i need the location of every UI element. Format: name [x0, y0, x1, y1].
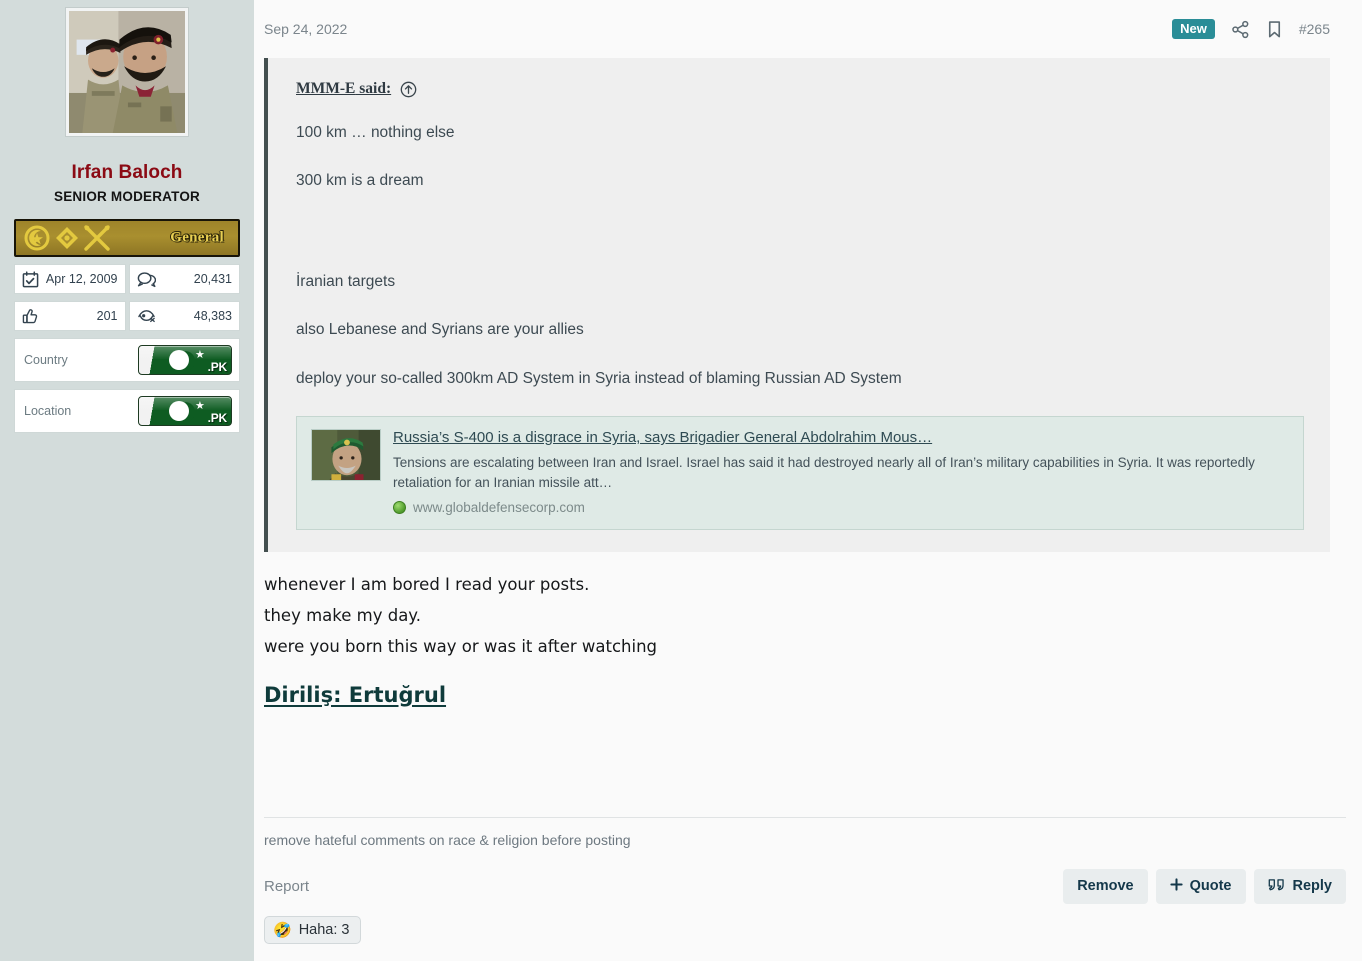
quote-line: 300 km is a dream: [296, 172, 424, 190]
diamond-pip-icon: [56, 227, 78, 249]
new-badge: New: [1172, 19, 1215, 39]
stat-row-2: 201 48,383: [14, 301, 240, 331]
quote-button-label: Quote: [1189, 878, 1232, 894]
post-action-bar: Report Remove Quote Reply: [264, 868, 1346, 904]
quote-spacer: [296, 219, 1304, 271]
rank-label: General: [170, 229, 224, 246]
post-body-line: they make my day.: [264, 606, 421, 626]
rank-badge: General: [14, 219, 240, 257]
user-signature: remove hateful comments on race & religi…: [264, 832, 631, 848]
quote-line: deploy your so-called 300km AD System in…: [296, 369, 902, 387]
country-field: Country ★ .PK: [14, 338, 240, 382]
link-preview-description: Tensions are escalating between Iran and…: [393, 455, 1255, 490]
jump-to-post-icon[interactable]: [400, 81, 417, 98]
reaction-haha[interactable]: 🤣 Haha: 3: [264, 916, 362, 944]
dirilis-ertugrul-link[interactable]: Diriliş: Ertuğrul: [264, 683, 446, 707]
username[interactable]: Irfan Baloch: [14, 162, 240, 184]
reply-button[interactable]: Reply: [1253, 868, 1346, 904]
link-preview-title[interactable]: Russia’s S-400 is a disgrace in Syria, s…: [393, 429, 1289, 446]
message-count-value: 20,431: [193, 272, 232, 286]
rank-insignia-group: [16, 223, 112, 253]
message-count-cell: 20,431: [128, 264, 240, 294]
link-preview-card[interactable]: Russia’s S-400 is a disgrace in Syria, s…: [296, 416, 1304, 531]
reply-button-label: Reply: [1292, 878, 1333, 894]
quote-line: İranian targets: [296, 272, 396, 290]
post-body: whenever I am bored I read your posts. t…: [254, 552, 1346, 706]
calendar-icon: [22, 270, 39, 288]
plus-icon: [1169, 877, 1183, 895]
share-icon[interactable]: [1231, 20, 1250, 39]
link-thumbnail: [311, 429, 381, 482]
remove-button[interactable]: Remove: [1063, 868, 1148, 904]
post-body-line: whenever I am bored I read your posts.: [264, 575, 590, 595]
reaction-score-value: 48,383: [193, 309, 232, 323]
rofl-emoji-icon: 🤣: [273, 921, 292, 939]
joined-date-value: Apr 12, 2009: [45, 272, 118, 286]
joined-date-cell: Apr 12, 2009: [14, 264, 126, 294]
quote-attribution: MMM-E said:: [296, 80, 1304, 98]
crescent-shape: [169, 350, 189, 370]
avatar-image: [69, 11, 185, 133]
reaction-score-cell: 48,383: [128, 301, 240, 331]
user-title: SENIOR MODERATOR: [54, 189, 200, 204]
post-user-sidebar: Irfan Baloch SENIOR MODERATOR General Ap…: [0, 0, 254, 961]
crossed-batons-icon: [84, 225, 110, 251]
quote-button[interactable]: Quote: [1155, 868, 1246, 904]
quote-marks-icon: [1268, 878, 1286, 895]
location-tld: .PK: [207, 411, 228, 425]
pakistan-flag-icon: ★ .PK: [138, 396, 232, 426]
footer-divider: [264, 817, 1346, 818]
country-label: Country: [24, 353, 68, 367]
thumbnail-image: [312, 430, 380, 481]
stat-row-1: Apr 12, 2009 20,431: [14, 264, 240, 294]
link-preview-host: www.globaldefensecorp.com: [393, 500, 1289, 515]
link-preview-hostname: www.globaldefensecorp.com: [413, 500, 585, 516]
thumbs-up-icon: [22, 308, 39, 325]
location-field: Location ★ .PK: [14, 389, 240, 433]
pakistan-flag-icon: ★ .PK: [138, 345, 232, 375]
forum-post-page: Irfan Baloch SENIOR MODERATOR General Ap…: [0, 0, 1362, 961]
reaction-label: Haha: 3: [298, 922, 350, 938]
remove-button-label: Remove: [1077, 878, 1134, 894]
quote-author-link[interactable]: MMM-E said:: [296, 80, 391, 98]
post-footer: remove hateful comments on race & religi…: [264, 817, 1346, 961]
likes-count-cell: 201: [14, 301, 126, 331]
country-tld: .PK: [207, 360, 228, 374]
report-link[interactable]: Report: [264, 878, 309, 895]
post-date: Sep 24, 2022: [264, 21, 348, 37]
globe-icon: [393, 501, 406, 515]
bookmark-icon[interactable]: [1266, 20, 1283, 39]
quoted-post: MMM-E said: 100 km … nothing else 300 km…: [264, 58, 1330, 553]
post-main-column: Sep 24, 2022 New #265 MMM-E said: 100 km…: [254, 0, 1362, 961]
post-reactions: 🤣 Haha: 3: [264, 916, 1346, 944]
post-number[interactable]: #265: [1299, 21, 1330, 37]
post-body-line: were you born this way or was it after w…: [264, 636, 658, 656]
crescent-shape: [169, 401, 189, 421]
post-action-buttons: Remove Quote Reply: [1063, 868, 1346, 904]
messages-icon: [137, 271, 156, 288]
link-preview-body: Russia’s S-400 is a disgrace in Syria, s…: [393, 429, 1289, 515]
post-header-actions: New #265: [1172, 19, 1330, 39]
star-shape: ★: [195, 349, 205, 361]
likes-count-value: 201: [96, 309, 118, 323]
avatar[interactable]: [66, 8, 188, 136]
reactions-icon: [137, 308, 156, 325]
star-shape: ★: [195, 400, 205, 412]
location-label: Location: [24, 404, 72, 418]
post-header: Sep 24, 2022 New #265: [254, 0, 1346, 58]
quote-line: 100 km … nothing else: [296, 124, 455, 141]
quote-line: also Lebanese and Syrians are your allie…: [296, 321, 584, 339]
crescent-star-icon: [24, 225, 50, 251]
